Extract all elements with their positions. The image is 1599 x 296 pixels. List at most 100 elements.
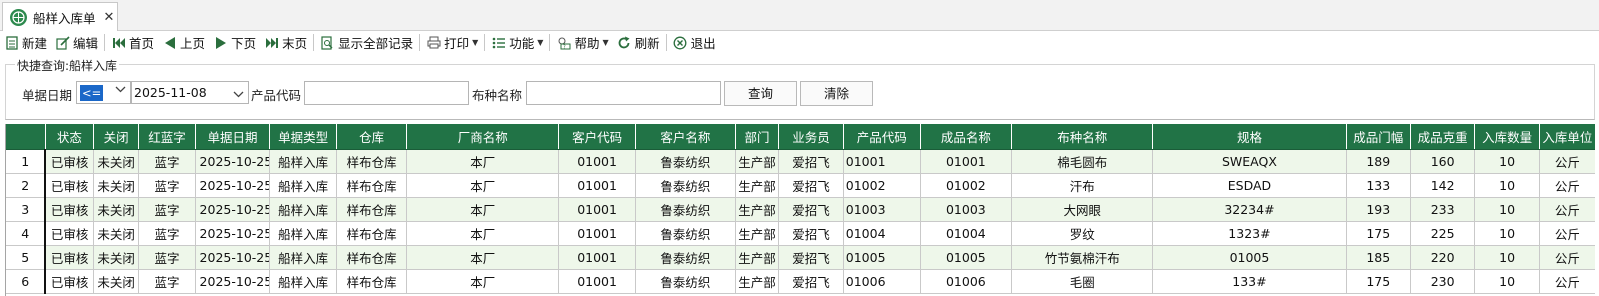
fabric-name-cell[interactable]: 大网眼 [1011, 197, 1154, 222]
warehouse-cell[interactable]: 样布仓库 [336, 245, 408, 270]
column-header-closed[interactable]: 关闭 [93, 124, 140, 150]
red-blue-cell[interactable]: 蓝字 [138, 269, 196, 294]
customer-name-cell[interactable]: 鲁泰纺织 [635, 149, 736, 174]
help-menu-button[interactable]: ? 帮助 ▼ [552, 32, 612, 53]
product-name-cell[interactable]: 01005 [920, 245, 1013, 270]
quantity-cell[interactable]: 10 [1474, 221, 1540, 246]
red-blue-cell[interactable]: 蓝字 [138, 149, 196, 174]
salesperson-cell[interactable]: 爱招飞 [778, 149, 844, 174]
quantity-cell[interactable]: 10 [1474, 173, 1540, 198]
red-blue-cell[interactable]: 蓝字 [138, 197, 196, 222]
customer-code-cell[interactable]: 01001 [558, 149, 637, 174]
unit-cell[interactable]: 公斤 [1539, 245, 1595, 270]
status-cell[interactable]: 已审核 [45, 197, 94, 222]
spec-cell[interactable]: SWEAQX [1152, 149, 1347, 174]
new-button[interactable]: 新建 [0, 32, 51, 53]
warehouse-cell[interactable]: 样布仓库 [336, 149, 408, 174]
product-name-cell[interactable]: 01004 [920, 221, 1013, 246]
salesperson-cell[interactable]: 爱招飞 [778, 221, 844, 246]
product-name-cell[interactable]: 01001 [920, 149, 1013, 174]
weight-cell[interactable]: 233 [1410, 197, 1476, 222]
closed-cell[interactable]: 未关闭 [93, 173, 140, 198]
spec-cell[interactable]: ESDAD [1152, 173, 1347, 198]
column-header-vendor[interactable]: 厂商名称 [406, 124, 560, 150]
column-header-salesperson[interactable]: 业务员 [778, 124, 844, 150]
column-header-spec[interactable]: 规格 [1152, 124, 1347, 150]
doc-type-cell[interactable]: 船样入库 [269, 269, 337, 294]
spec-cell[interactable]: 32234# [1152, 197, 1347, 222]
closed-cell[interactable]: 未关闭 [93, 221, 140, 246]
width-cell[interactable]: 185 [1346, 245, 1411, 270]
row-number-cell[interactable]: 2 [6, 173, 47, 198]
product-code-input[interactable] [304, 81, 469, 105]
product-code-cell[interactable]: 01001 [843, 149, 921, 174]
doc-date-cell[interactable]: 2025-10-25 [195, 245, 271, 270]
department-cell[interactable]: 生产部 [735, 173, 780, 198]
column-header-doc-type[interactable]: 单据类型 [269, 124, 337, 150]
customer-code-cell[interactable]: 01001 [558, 221, 637, 246]
column-header-weight[interactable]: 成品克重 [1410, 124, 1476, 150]
customer-code-cell[interactable]: 01001 [558, 269, 637, 294]
table-row[interactable]: 2 已审核 未关闭 蓝字 2025-10-25 船样入库 样布仓库 本厂 01001 鲁泰纺织 生产… [6, 173, 1595, 198]
customer-code-cell[interactable]: 01001 [558, 197, 637, 222]
doc-date-cell[interactable]: 2025-10-25 [195, 269, 271, 294]
column-header-red-blue[interactable]: 红蓝字 [138, 124, 196, 150]
salesperson-cell[interactable]: 爱招飞 [778, 269, 844, 294]
width-cell[interactable]: 193 [1346, 197, 1411, 222]
spec-cell[interactable]: 133# [1152, 269, 1347, 294]
row-number-cell[interactable]: 4 [6, 221, 47, 246]
close-icon[interactable]: ✕ [104, 10, 115, 25]
unit-cell[interactable]: 公斤 [1539, 221, 1595, 246]
fabric-name-cell[interactable]: 棉毛圆布 [1011, 149, 1154, 174]
edit-button[interactable]: 编辑 [51, 32, 102, 53]
status-cell[interactable]: 已审核 [45, 221, 94, 246]
customer-name-cell[interactable]: 鲁泰纺织 [635, 173, 736, 198]
department-cell[interactable]: 生产部 [735, 149, 780, 174]
prev-page-button[interactable]: 上页 [158, 32, 209, 53]
doc-date-cell[interactable]: 2025-10-25 [195, 221, 271, 246]
fabric-name-cell[interactable]: 毛圈 [1011, 269, 1154, 294]
column-header-product-code[interactable]: 产品代码 [843, 124, 921, 150]
column-header-customer-code[interactable]: 客户代码 [558, 124, 637, 150]
closed-cell[interactable]: 未关闭 [93, 149, 140, 174]
customer-name-cell[interactable]: 鲁泰纺织 [635, 269, 736, 294]
weight-cell[interactable]: 225 [1410, 221, 1476, 246]
doc-date-cell[interactable]: 2025-10-25 [195, 173, 271, 198]
quantity-cell[interactable]: 10 [1474, 197, 1540, 222]
status-cell[interactable]: 已审核 [45, 173, 94, 198]
salesperson-cell[interactable]: 爱招飞 [778, 197, 844, 222]
fabric-name-cell[interactable]: 竹节氨棉汗布 [1011, 245, 1154, 270]
fabric-name-cell[interactable]: 罗纹 [1011, 221, 1154, 246]
row-number-cell[interactable]: 6 [6, 269, 47, 294]
column-header-width[interactable]: 成品门幅 [1346, 124, 1411, 150]
doc-date-cell[interactable]: 2025-10-25 [195, 197, 271, 222]
doc-type-cell[interactable]: 船样入库 [269, 149, 337, 174]
customer-name-cell[interactable]: 鲁泰纺织 [635, 221, 736, 246]
next-page-button[interactable]: 下页 [209, 32, 260, 53]
row-number-cell[interactable]: 3 [6, 197, 47, 222]
product-code-cell[interactable]: 01005 [843, 245, 921, 270]
quantity-cell[interactable]: 10 [1474, 245, 1540, 270]
closed-cell[interactable]: 未关闭 [93, 245, 140, 270]
functions-menu-button[interactable]: 功能 ▼ [487, 32, 547, 53]
column-header-status[interactable]: 状态 [45, 124, 94, 150]
product-code-cell[interactable]: 01003 [843, 197, 921, 222]
salesperson-cell[interactable]: 爱招飞 [778, 245, 844, 270]
customer-name-cell[interactable]: 鲁泰纺织 [635, 245, 736, 270]
tab-ship-sample-receipt[interactable]: 船样入库单 ✕ [2, 2, 118, 31]
customer-name-cell[interactable]: 鲁泰纺织 [635, 197, 736, 222]
department-cell[interactable]: 生产部 [735, 221, 780, 246]
red-blue-cell[interactable]: 蓝字 [138, 245, 196, 270]
column-header-warehouse[interactable]: 仓库 [336, 124, 408, 150]
red-blue-cell[interactable]: 蓝字 [138, 221, 196, 246]
quantity-cell[interactable]: 10 [1474, 269, 1540, 294]
warehouse-cell[interactable]: 样布仓库 [336, 221, 408, 246]
closed-cell[interactable]: 未关闭 [93, 197, 140, 222]
customer-code-cell[interactable]: 01001 [558, 245, 637, 270]
show-all-records-button[interactable]: 显示全部记录 [316, 32, 417, 53]
width-cell[interactable]: 175 [1346, 221, 1411, 246]
doc-type-cell[interactable]: 船样入库 [269, 221, 337, 246]
vendor-cell[interactable]: 本厂 [406, 149, 560, 174]
customer-code-cell[interactable]: 01001 [558, 173, 637, 198]
table-row[interactable]: 3 已审核 未关闭 蓝字 2025-10-25 船样入库 样布仓库 本厂 01001 鲁泰纺织 生产… [6, 197, 1595, 222]
